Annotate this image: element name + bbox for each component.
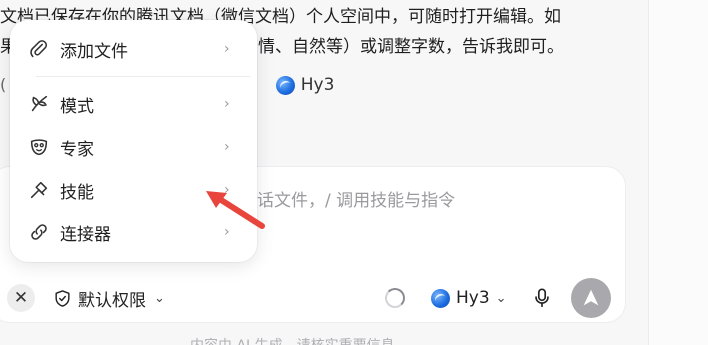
menu-item-mode[interactable]: 模式 ›: [10, 84, 257, 124]
hy3-globe-icon: [431, 288, 450, 308]
menu-divider: [36, 76, 250, 77]
composer-input[interactable]: 话文件，/ 调用技能与指令: [257, 186, 455, 211]
menu-item-label: 模式: [60, 96, 94, 117]
paperclip-icon: [30, 40, 48, 58]
chevron-right-icon: ›: [224, 139, 230, 155]
loading-spinner-icon: [385, 288, 405, 308]
permission-label: 默认权限: [78, 290, 146, 311]
expert-icon: [30, 139, 48, 156]
menu-item-label: 添加文件: [60, 41, 128, 62]
menu-item-label: 专家: [60, 139, 94, 160]
menu-item-expert[interactable]: 专家 ›: [10, 127, 257, 167]
mode-icon: [31, 95, 48, 112]
message-model-tag: ( ⌄ Hy3: [0, 75, 335, 95]
close-menu-button[interactable]: ✕: [7, 284, 35, 312]
link-icon: [31, 224, 47, 240]
hy3-globe-icon: [275, 75, 295, 95]
composer-toolbar: ✕ 默认权限 ⌄ Hy3 ⌄: [0, 276, 627, 320]
permission-button[interactable]: 默认权限 ⌄: [53, 284, 165, 312]
chevron-right-icon: ›: [224, 41, 230, 57]
chevron-down-icon: ⌄: [154, 290, 165, 306]
chevron-down-icon: ⌄: [495, 290, 507, 306]
annotation-arrow-icon: [206, 191, 265, 229]
model-select-label: Hy3: [456, 288, 490, 308]
model-name: Hy3: [300, 75, 335, 95]
bracket-fragment: (: [0, 75, 7, 94]
close-icon: ✕: [13, 288, 29, 308]
message-line-2-end: 情、自然等）或调整字数，告诉我即可。: [258, 37, 564, 57]
skill-icon: [30, 181, 48, 199]
send-arrow-icon: [583, 289, 599, 306]
menu-item-add-file[interactable]: 添加文件 ›: [10, 29, 257, 69]
right-pane: [648, 0, 708, 345]
menu-item-label: 连接器: [60, 224, 111, 245]
microphone-icon[interactable]: [531, 286, 553, 310]
shield-check-icon: [55, 289, 70, 307]
chevron-right-icon: ›: [224, 96, 230, 112]
footer-disclaimer: 内容由 AI 生成，请核实重要信息: [190, 335, 395, 345]
model-select[interactable]: Hy3 ⌄: [431, 284, 507, 312]
app-window: 文档已保存在你的腾讯文档（微信文档）个人空间中，可随时打开编辑。如 果 情、自然…: [0, 0, 708, 345]
menu-item-label: 技能: [60, 182, 94, 203]
send-button[interactable]: [571, 278, 611, 318]
